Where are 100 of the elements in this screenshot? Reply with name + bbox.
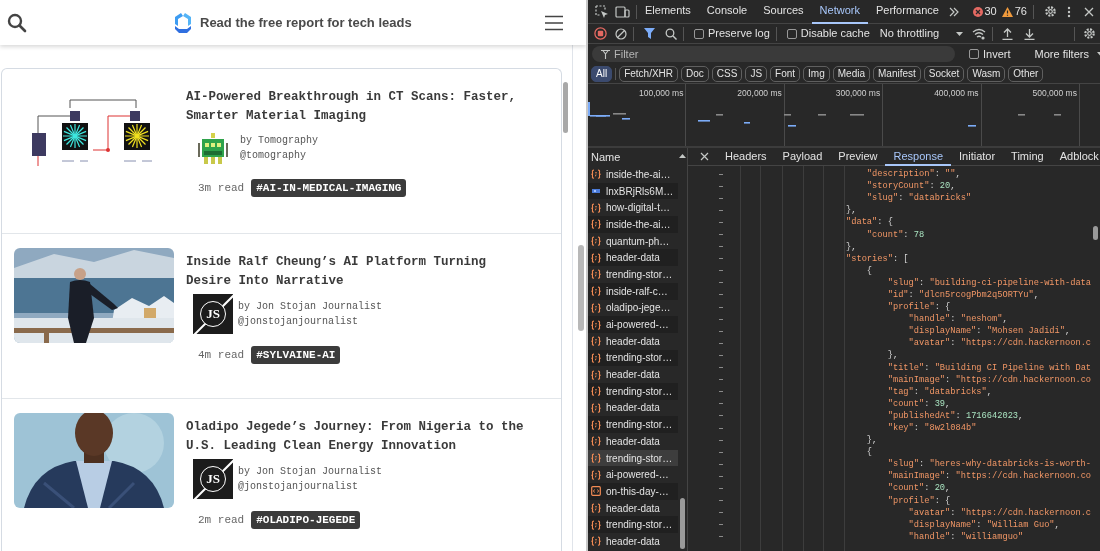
detail-tab[interactable]: Payload	[774, 147, 831, 166]
type-filter-chip[interactable]: Fetch/XHR	[619, 65, 679, 82]
close-icon[interactable]	[1084, 6, 1094, 17]
author-handle[interactable]: @tomography	[240, 148, 318, 163]
author-name[interactable]: by Jon Stojan Journalist	[238, 299, 383, 314]
fold-marker[interactable]	[719, 475, 723, 477]
request-row[interactable]: on-this-day-…	[588, 483, 678, 500]
request-row[interactable]: header-data	[588, 249, 678, 267]
panel-tab[interactable]: Network	[811, 0, 868, 24]
detail-tab[interactable]: Timing	[1003, 147, 1052, 166]
scrollbar-thumb[interactable]	[578, 245, 584, 331]
warning-count[interactable]: 76	[1014, 3, 1027, 20]
checkbox-label[interactable]: Preserve log	[708, 25, 770, 42]
panel-tab[interactable]: Console	[698, 0, 756, 24]
fold-marker[interactable]	[719, 306, 723, 308]
type-filter-chip[interactable]: Doc	[681, 65, 709, 82]
fold-marker[interactable]	[719, 500, 723, 502]
fold-marker[interactable]	[719, 197, 723, 199]
checkbox[interactable]	[786, 28, 797, 39]
fold-marker[interactable]	[719, 173, 723, 175]
throttling-dropdown[interactable]: No throttling	[879, 25, 964, 42]
search-icon[interactable]	[665, 27, 677, 40]
type-filter-chip[interactable]: Other	[1008, 65, 1044, 82]
menu-icon[interactable]	[544, 14, 564, 31]
column-header[interactable]: Name	[588, 148, 678, 166]
filter-field[interactable]: Filter	[592, 46, 955, 63]
detail-tab[interactable]: Preview	[830, 147, 886, 166]
fold-marker[interactable]	[719, 439, 723, 441]
fold-marker[interactable]	[719, 185, 723, 187]
close-icon[interactable]	[700, 152, 709, 161]
network-conditions-icon[interactable]	[972, 27, 987, 40]
filter-icon[interactable]	[644, 28, 655, 39]
fold-marker[interactable]	[719, 524, 723, 526]
detail-tab[interactable]: Headers	[717, 147, 775, 166]
fold-marker[interactable]	[719, 536, 723, 538]
clear-icon[interactable]	[615, 27, 627, 40]
fold-marker[interactable]	[719, 330, 723, 332]
banner-link[interactable]: Read the free report for tech leads	[200, 12, 412, 33]
author-name[interactable]: by Jon Stojan Journalist	[238, 464, 383, 479]
fold-marker[interactable]	[719, 354, 723, 356]
fold-marker[interactable]	[719, 451, 723, 453]
checkbox[interactable]	[969, 49, 979, 59]
fold-marker[interactable]	[719, 391, 723, 393]
fold-marker[interactable]	[719, 488, 723, 489]
tag-link[interactable]: #OLADIPO-JEGEDE	[251, 511, 361, 529]
fold-marker[interactable]	[719, 415, 723, 417]
upload-icon[interactable]	[1002, 27, 1014, 40]
author-handle[interactable]: @jonstojanjournalist	[238, 314, 383, 329]
record-stop-icon[interactable]	[594, 27, 607, 40]
fold-marker[interactable]	[719, 282, 723, 284]
type-filter-chip[interactable]: Img	[803, 65, 830, 82]
tag-link[interactable]: #SYLVAINE-AI	[251, 346, 341, 364]
search-icon[interactable]	[7, 12, 27, 33]
type-filter-chip[interactable]: Manifest	[873, 65, 921, 82]
request-row[interactable]: ai-powered-…	[588, 316, 678, 333]
error-icon[interactable]	[972, 6, 983, 17]
fold-marker[interactable]	[719, 258, 723, 260]
type-filter-chip[interactable]: JS	[745, 65, 768, 82]
detail-tab[interactable]: Initiator	[951, 147, 1004, 166]
fold-marker[interactable]	[719, 209, 723, 211]
download-icon[interactable]	[1024, 27, 1036, 40]
more-options-icon[interactable]	[1067, 5, 1071, 18]
type-filter-chip[interactable]: CSS	[711, 65, 743, 82]
more-filters-dropdown[interactable]: More filters	[1034, 45, 1100, 63]
warning-icon[interactable]	[1001, 6, 1013, 17]
fold-marker[interactable]	[719, 403, 723, 405]
article-title[interactable]: Inside Ralf Cheung’s AI Platform Turning Desire Into Narrative	[186, 253, 531, 291]
detail-tab[interactable]: Adblock	[1051, 147, 1100, 166]
request-row[interactable]: trending-stor…	[588, 516, 678, 534]
checkbox[interactable]	[694, 28, 704, 39]
inspect-icon[interactable]	[595, 4, 609, 19]
scrollbar-thumb[interactable]	[563, 82, 568, 133]
author-handle[interactable]: @jonstojanjournalist	[238, 479, 383, 494]
panel-tab[interactable]: Performance	[867, 0, 947, 24]
device-toolbar-icon[interactable]	[615, 4, 630, 19]
fold-marker[interactable]	[719, 318, 723, 320]
type-filter-chip[interactable]: Font	[770, 65, 801, 82]
scrollbar-thumb[interactable]	[680, 498, 685, 549]
type-filter-chip[interactable]: Media	[832, 65, 870, 82]
fold-marker[interactable]	[719, 294, 723, 296]
article-title[interactable]: AI-Powered Breakthrough in CT Scans: Faster, Smarter Material Imaging	[186, 88, 531, 126]
panel-tab[interactable]: Sources	[755, 0, 812, 24]
fold-marker[interactable]	[719, 367, 723, 369]
checkbox-label[interactable]: Disable cache	[800, 25, 870, 42]
tag-link[interactable]: #AI-IN-MEDICAL-IMAGING	[251, 179, 407, 197]
error-count[interactable]: 30	[984, 3, 997, 20]
fold-marker[interactable]	[719, 379, 723, 381]
settings-icon[interactable]	[1044, 5, 1057, 18]
scrollbar-thumb[interactable]	[1093, 226, 1098, 240]
sort-arrow-icon[interactable]	[679, 154, 686, 158]
author-name[interactable]: by Tomography	[240, 133, 318, 148]
more-tabs-icon[interactable]	[948, 6, 959, 17]
fold-marker[interactable]	[719, 342, 723, 344]
article-title[interactable]: Oladipo Jegede’s Journey: From Nigeria to the U.S. Leading Clean Energy Innovation	[186, 418, 531, 456]
fold-marker[interactable]	[719, 246, 723, 248]
settings-icon[interactable]	[1083, 27, 1096, 40]
type-filter-chip[interactable]: Socket	[923, 65, 965, 82]
fold-marker[interactable]	[719, 221, 723, 223]
fold-marker[interactable]	[719, 463, 723, 465]
panel-tab[interactable]: Elements	[637, 0, 699, 24]
